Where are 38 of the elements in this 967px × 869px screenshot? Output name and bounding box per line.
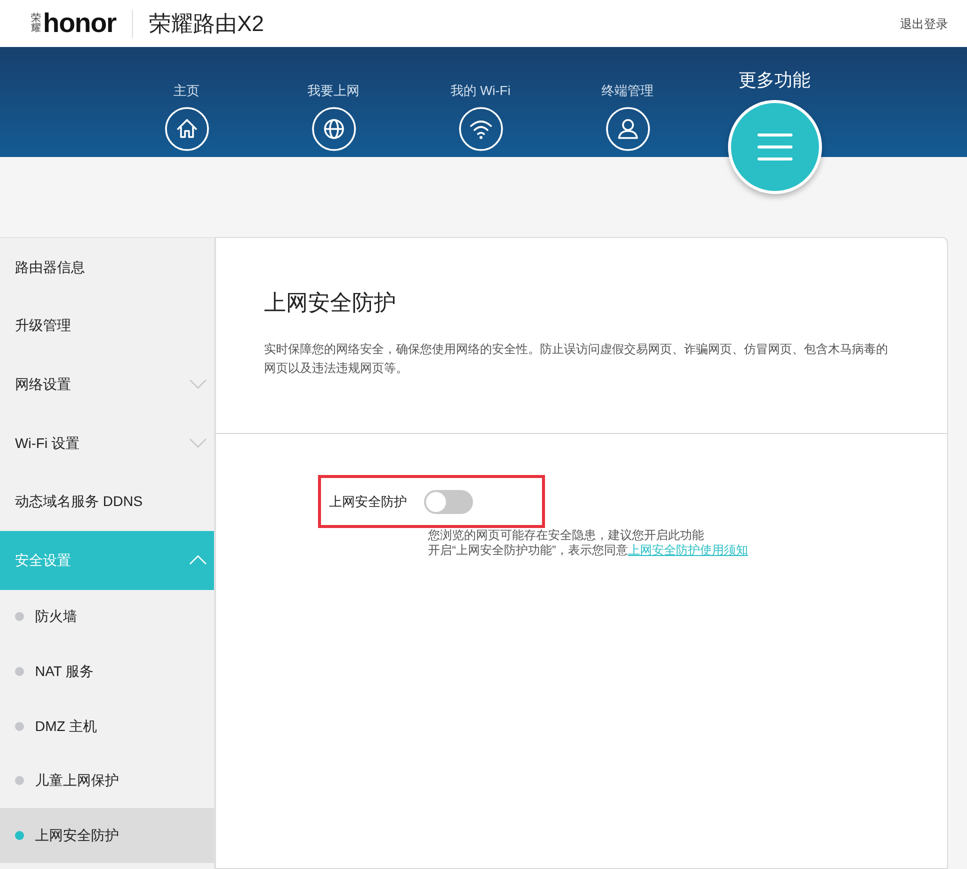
page-description: 实时保障您的网络安全，确保您使用网络的安全性。防止误访问虚假交易网页、诈骗网页、仿冒网页、包含木马病毒的网页以及违法违规网页等。 [264, 341, 889, 377]
nav-tab[interactable]: 更多功能 [701, 47, 848, 197]
nav-tab[interactable]: 我要上网 [260, 47, 407, 157]
sidebar-subitem[interactable]: DMZ 主机 [0, 698, 214, 754]
logo-wordmark: honor [43, 10, 116, 37]
sidebar-subitem[interactable]: 上网安全防护 [0, 808, 214, 863]
sidebar-item[interactable]: 网络设置 [0, 355, 214, 414]
sidebar-subitem[interactable]: NAT 服务 [0, 644, 214, 699]
sidebar-subitem[interactable]: 儿童上网保护 [0, 753, 214, 808]
bullet-icon [15, 666, 24, 676]
sidebar-item[interactable]: Wi-Fi 设置 [0, 414, 214, 472]
nav-tab[interactable]: 终端管理 [554, 47, 701, 157]
bullet-icon [15, 776, 24, 786]
setting-label: 上网安全防护 [329, 492, 407, 511]
bullet-icon [15, 722, 24, 731]
logout-link[interactable]: 退出登录 [900, 14, 948, 32]
sidebar-subitem[interactable]: 防火墙 [0, 590, 214, 644]
toggle-switch[interactable] [424, 490, 473, 514]
home-icon [164, 106, 208, 150]
sidebar-item[interactable]: 升级管理 [0, 296, 214, 356]
agreement-text: 开启“上网安全防护功能”，表示您同意上网安全防护使用须知 [428, 543, 749, 558]
setting-hint: 您浏览的网页可能存在安全隐患，建议您开启此功能 [428, 528, 705, 543]
nav-tab[interactable]: 我的 Wi-Fi [407, 47, 554, 157]
logo-mark: 荣耀 [31, 14, 41, 34]
page-title: 上网安全防护 [264, 289, 397, 317]
chevron-down-icon [189, 379, 207, 390]
chevron-up-icon [189, 555, 207, 566]
sidebar-item[interactable]: 路由器信息 [0, 238, 214, 297]
chevron-down-icon [189, 438, 207, 448]
wifi-icon [458, 106, 502, 150]
nav-tab[interactable]: 主页 [113, 47, 260, 157]
user-icon [606, 106, 650, 150]
bullet-icon [15, 830, 24, 840]
menu-icon [756, 132, 792, 162]
sidebar-item[interactable]: 动态域名服务 DDNS [0, 472, 214, 531]
globe-icon [312, 106, 356, 150]
bullet-icon [15, 612, 24, 622]
product-title: 荣耀路由X2 [149, 10, 264, 38]
